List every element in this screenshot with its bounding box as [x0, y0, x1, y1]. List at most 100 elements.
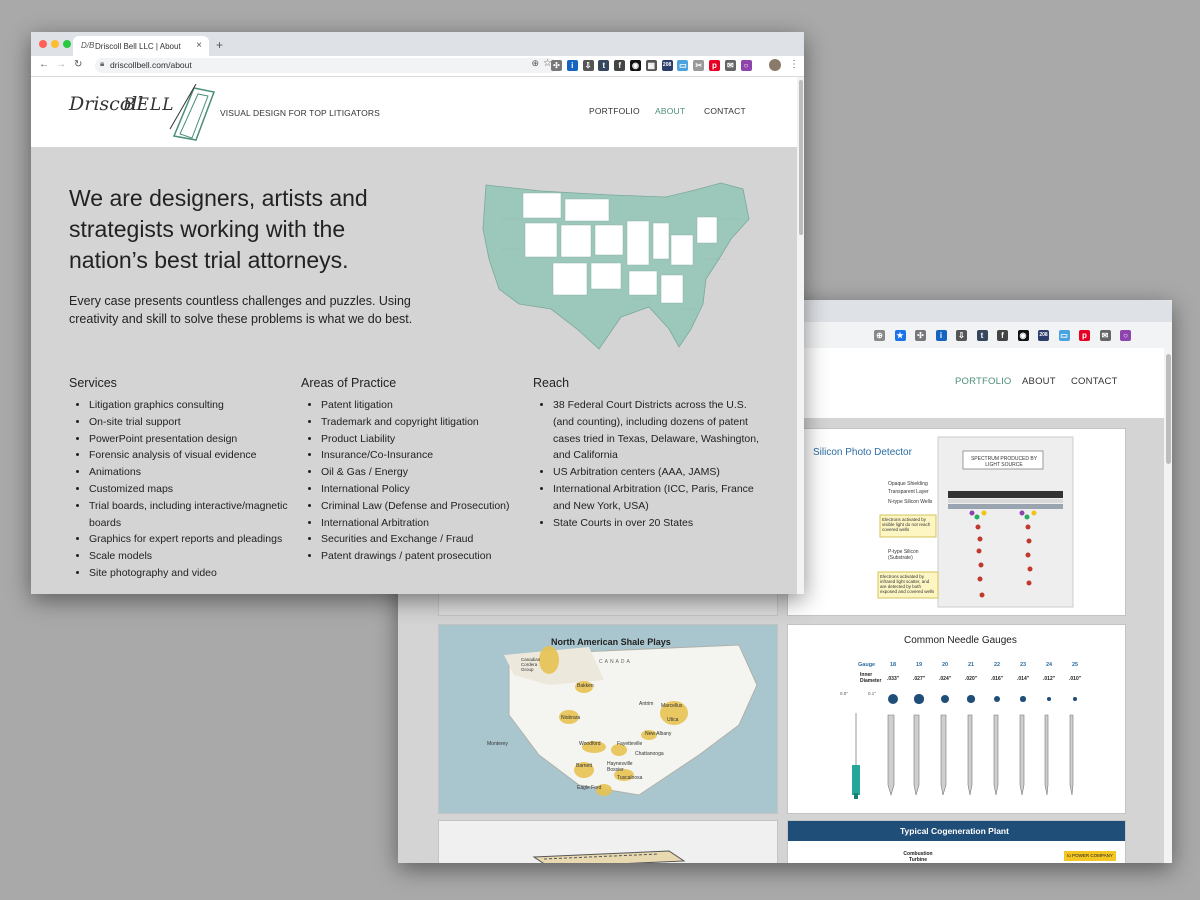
- portfolio-tile-cogeneration-plant[interactable]: Typical Cogeneration Plant Combustion Tu…: [787, 820, 1126, 863]
- scrollbar-thumb[interactable]: [799, 80, 803, 235]
- formula-icon[interactable]: f: [614, 60, 626, 71]
- column-heading: Reach: [533, 376, 570, 390]
- address-bar[interactable]: 🔒︎ driscollbell.com/about ⊕ ☆: [95, 58, 557, 73]
- message-icon[interactable]: ✉: [1099, 330, 1111, 341]
- map-label: Utica: [667, 717, 679, 723]
- tumblr-icon[interactable]: t: [976, 330, 988, 341]
- map-label: Antrim: [639, 701, 654, 707]
- nav-contact[interactable]: CONTACT: [1071, 376, 1118, 387]
- map-label: New Albany: [645, 731, 672, 737]
- portfolio-tile-silicon-photo-detector[interactable]: Silicon Photo Detector SPECTRUM PRODUCED…: [787, 428, 1126, 616]
- list-item: Site photography and video: [89, 565, 299, 582]
- diagram-callout: Electrons activated by visible light do …: [882, 517, 931, 532]
- map-label: Fayetteville: [617, 741, 643, 747]
- map-label: Chattanooga: [635, 751, 664, 757]
- compass-icon[interactable]: ✣: [551, 60, 562, 71]
- list-item: Securities and Exchange / Fraud: [321, 531, 531, 548]
- formula-icon[interactable]: f: [997, 330, 1008, 341]
- diagram-label: Opaque Shielding: [888, 481, 928, 487]
- list-item: PowerPoint presentation design: [89, 431, 299, 448]
- list-item: Patent drawings / patent prosecution: [321, 548, 531, 565]
- map-label: Marcellus: [661, 703, 683, 709]
- map-label: Tuscaloosa: [617, 775, 643, 781]
- map-label: Woodford: [579, 741, 601, 747]
- tile-title: Typical Cogeneration Plant: [900, 826, 1009, 836]
- trial-board-diagram: [532, 850, 686, 863]
- map-label: CANADA: [599, 659, 632, 665]
- ring-icon[interactable]: ○: [1120, 330, 1131, 341]
- badge-icon[interactable]: 208: [1038, 330, 1049, 341]
- compass-icon[interactable]: ✣: [915, 330, 926, 341]
- us-map-graphic: [482, 182, 750, 350]
- back-arrow-icon[interactable]: ←: [39, 59, 49, 70]
- grid-icon[interactable]: ▦: [645, 60, 657, 71]
- about-browser-window: D/B Driscoll Bell LLC | About × + ← → ↻ …: [31, 32, 804, 594]
- list-item: State Courts in over 20 States: [553, 515, 765, 532]
- map-label: Eagle Ford: [577, 785, 602, 791]
- pinterest-icon[interactable]: p: [1079, 330, 1090, 341]
- diagram-label: P-type Silicon (Substrate): [888, 549, 919, 561]
- star-icon[interactable]: ★: [894, 330, 906, 341]
- nav-contact[interactable]: CONTACT: [704, 106, 746, 116]
- ring-icon[interactable]: ○: [740, 60, 752, 71]
- window-icon[interactable]: ▭: [677, 60, 689, 71]
- download-icon[interactable]: ⇩: [582, 60, 594, 71]
- logo-mark-icon: [169, 84, 216, 141]
- diagram-label: to POWER COMPANY: [1064, 851, 1116, 861]
- download-icon[interactable]: ⇩: [956, 330, 967, 341]
- close-window-icon[interactable]: [39, 40, 47, 48]
- list-item: Litigation graphics consulting: [89, 397, 299, 414]
- map-label: Haynesville Bossier: [607, 761, 633, 773]
- forward-arrow-icon[interactable]: →: [56, 59, 66, 70]
- lock-icon: 🔒︎: [100, 59, 105, 68]
- pinterest-icon[interactable]: p: [709, 60, 720, 71]
- map-label: Monterey: [487, 741, 508, 747]
- window-icon[interactable]: ▭: [1058, 330, 1070, 341]
- list-item: On-site trial support: [89, 414, 299, 431]
- portfolio-tile[interactable]: [438, 820, 778, 863]
- services-column: Services Litigation graphics consultingO…: [69, 376, 299, 582]
- column-heading: Services: [69, 376, 117, 390]
- scrollbar-thumb[interactable]: [1166, 354, 1171, 464]
- message-icon[interactable]: ✉: [724, 60, 736, 71]
- list-item: US Arbitration centers (AAA, JAMS): [553, 464, 765, 481]
- list-item: Customized maps: [89, 481, 299, 498]
- browser-toolbar: ← → ↻ 🔒︎ driscollbell.com/about ⊕ ☆ ✣ i ⇩ t…: [31, 56, 804, 77]
- nav-about[interactable]: ABOUT: [655, 106, 685, 116]
- map-label: Canadian Cordera Group: [521, 657, 541, 672]
- intro-paragraph: Every case presents countless challenges…: [69, 294, 413, 326]
- new-tab-button[interactable]: +: [216, 38, 223, 52]
- info-icon[interactable]: i: [566, 60, 578, 71]
- minimize-window-icon[interactable]: [51, 40, 59, 48]
- portfolio-tile-shale-plays[interactable]: North American Shale Plays CANADA Canadi…: [438, 624, 778, 814]
- zoom-icon[interactable]: ⊕: [531, 58, 539, 69]
- tile-title: North American Shale Plays: [551, 637, 671, 647]
- nav-portfolio[interactable]: PORTFOLIO: [589, 106, 640, 116]
- portfolio-tile-needle-gauges[interactable]: Common Needle Gauges Gauge Inner Diamete…: [787, 624, 1126, 814]
- reload-icon[interactable]: ↻: [74, 59, 82, 70]
- magnifier-icon[interactable]: ⊕: [874, 330, 885, 341]
- eye-icon[interactable]: ◉: [1017, 330, 1029, 341]
- tumblr-icon[interactable]: t: [598, 60, 610, 71]
- eye-icon[interactable]: ◉: [630, 60, 641, 71]
- site-header: Driscoll BELL VISUAL DESIGN FOR TOP LITI…: [31, 77, 797, 147]
- list-item: International Arbitration (ICC, Paris, F…: [553, 481, 765, 515]
- nav-portfolio[interactable]: PORTFOLIO: [955, 376, 1012, 387]
- maximize-window-icon[interactable]: [63, 40, 71, 48]
- list-item: Patent litigation: [321, 397, 531, 414]
- profile-avatar[interactable]: [769, 59, 781, 71]
- browser-menu-icon[interactable]: ⋮: [789, 59, 799, 70]
- map-label: Bakken: [577, 683, 594, 689]
- close-tab-icon[interactable]: ×: [196, 40, 202, 51]
- clip-icon[interactable]: ✂: [693, 60, 705, 71]
- tab-strip: D/B Driscoll Bell LLC | About × +: [31, 32, 804, 56]
- info-icon[interactable]: i: [935, 330, 947, 341]
- favicon-icon: D/B: [81, 41, 95, 50]
- column-heading: Areas of Practice: [301, 376, 397, 390]
- nav-about[interactable]: ABOUT: [1022, 376, 1056, 387]
- shale-map: [504, 644, 758, 796]
- badge-icon[interactable]: 208: [661, 60, 673, 71]
- browser-tab[interactable]: D/B Driscoll Bell LLC | About ×: [73, 36, 209, 56]
- url-text: driscollbell.com/about: [110, 60, 192, 70]
- list-item: Insurance/Co-Insurance: [321, 447, 531, 464]
